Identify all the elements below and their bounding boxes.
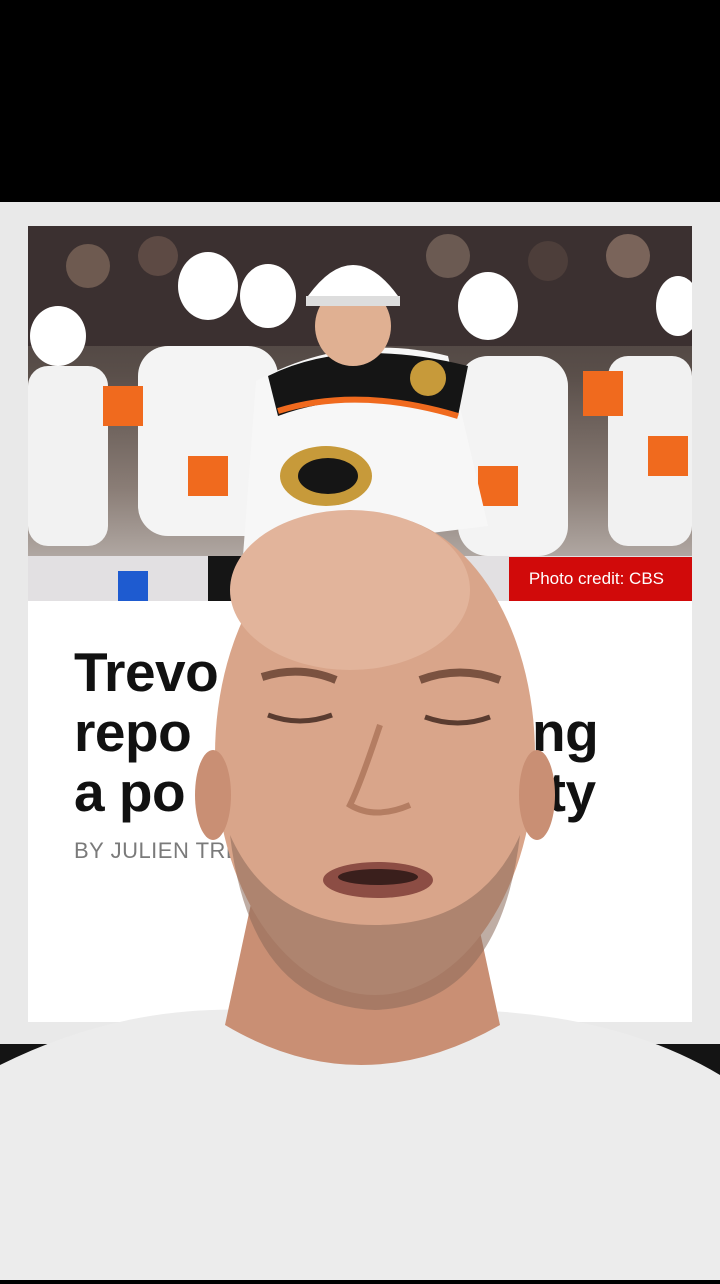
top-letterbox bbox=[0, 0, 720, 202]
presenter-illustration bbox=[0, 510, 720, 1280]
presenter-video-overlay bbox=[0, 505, 720, 1280]
